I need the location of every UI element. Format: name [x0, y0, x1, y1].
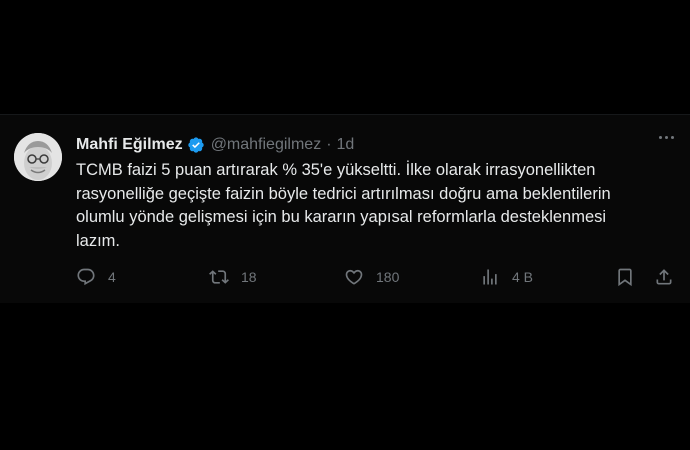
views-button[interactable]: 4 B [480, 267, 533, 287]
reply-icon [76, 267, 96, 287]
views-chart-icon [480, 267, 500, 287]
tweet-header: Mahfi Eğilmez @mahfiegilmez · 1d [76, 135, 354, 155]
share-icon [654, 267, 674, 287]
tweet-text: TCMB faizi 5 puan artırarak % 35'e yükse… [76, 161, 611, 250]
reply-button[interactable]: 4 [76, 267, 116, 287]
bookmark-button[interactable] [615, 267, 635, 287]
retweet-count: 18 [241, 269, 257, 285]
author-name[interactable]: Mahfi Eğilmez [76, 135, 183, 155]
tweet-card[interactable]: Mahfi Eğilmez @mahfiegilmez · 1d TCMB fa… [0, 114, 690, 303]
tweet-actions: 4 18 180 4 B [76, 267, 676, 291]
retweet-button[interactable]: 18 [209, 267, 257, 287]
heart-icon [344, 267, 364, 287]
avatar-image [14, 133, 62, 181]
more-horizontal-icon[interactable] [659, 136, 674, 139]
bookmark-icon [615, 267, 635, 287]
like-button[interactable]: 180 [344, 267, 399, 287]
share-button[interactable] [654, 267, 674, 287]
retweet-icon [209, 267, 229, 287]
like-count: 180 [376, 269, 400, 285]
separator-dot: · [326, 136, 332, 153]
avatar[interactable] [14, 133, 62, 181]
views-count: 4 B [512, 269, 534, 285]
tweet-time[interactable]: 1d [337, 135, 355, 155]
verified-badge-icon [187, 136, 205, 154]
author-handle[interactable]: @mahfiegilmez [211, 135, 322, 155]
reply-count: 4 [108, 269, 116, 285]
